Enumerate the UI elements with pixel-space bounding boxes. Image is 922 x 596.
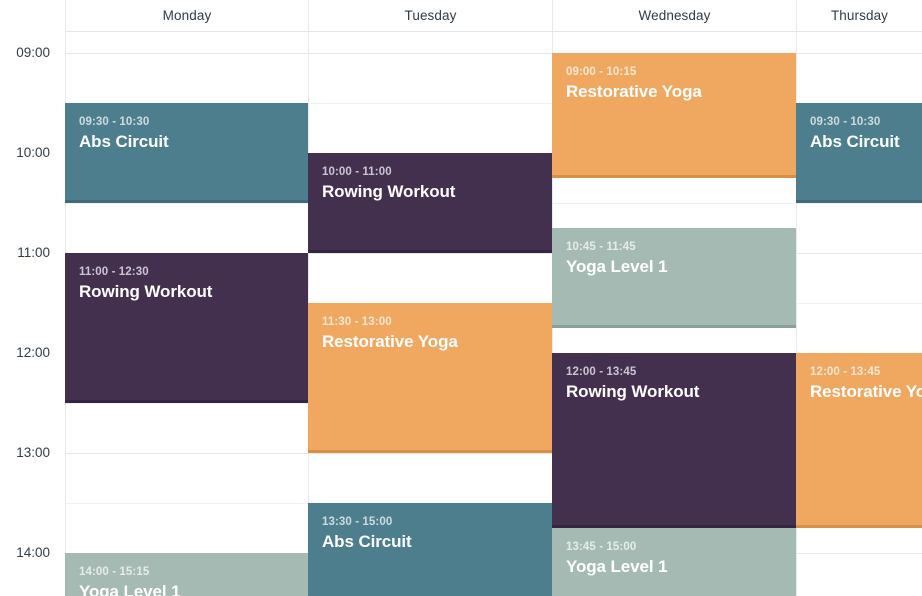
- header-divider: [65, 31, 922, 32]
- weekly-calendar: 09:30 - 10:30 Abs Circuit 11:00 - 12:30 Row…: [0, 0, 922, 596]
- time-gutter: 09:00 10:00 11:00 12:00 13:00 14:00: [0, 0, 65, 596]
- calendar-event[interactable]: 11:00 - 12:30 Rowing Workout: [65, 253, 308, 403]
- calendar-events: 09:30 - 10:30 Abs Circuit 11:00 - 12:30 Row…: [0, 0, 922, 596]
- calendar-event[interactable]: 09:30 - 10:30 Abs Circuit: [796, 103, 922, 203]
- event-title: Yoga Level 1: [566, 557, 668, 576]
- event-title: Rowing Workout: [566, 382, 700, 401]
- time-label-1200: 12:00: [16, 345, 50, 360]
- event-time: 13:45 - 15:00: [566, 541, 637, 553]
- calendar-event[interactable]: 14:00 - 15:15 Yoga Level 1: [65, 553, 308, 596]
- event-title: Restorative Yoga: [566, 82, 702, 101]
- day-header-thursday[interactable]: Thursday: [796, 0, 922, 31]
- event-title: Abs Circuit: [810, 132, 900, 151]
- day-header-row: Monday Tuesday Wednesday Thursday: [0, 0, 922, 31]
- event-time: 09:30 - 10:30: [810, 116, 881, 128]
- calendar-event[interactable]: 09:30 - 10:30 Abs Circuit: [65, 103, 308, 203]
- calendar-event[interactable]: 12:00 - 13:45 Restorative Yoga: [796, 353, 922, 528]
- time-label-1000: 10:00: [16, 145, 50, 160]
- time-label-0900: 09:00: [16, 45, 50, 60]
- calendar-event[interactable]: 10:45 - 11:45 Yoga Level 1: [552, 228, 796, 328]
- event-title: Restorative Yoga: [810, 382, 922, 401]
- calendar-event[interactable]: 12:00 - 13:45 Rowing Workout: [552, 353, 796, 528]
- event-time: 09:00 - 10:15: [566, 66, 637, 78]
- event-time: 10:00 - 11:00: [322, 166, 392, 178]
- calendar-event[interactable]: 10:00 - 11:00 Rowing Workout: [308, 153, 552, 253]
- event-title: Yoga Level 1: [79, 582, 181, 596]
- calendar-event[interactable]: 11:30 - 13:00 Restorative Yoga: [308, 303, 552, 453]
- event-time: 12:00 - 13:45: [566, 366, 637, 378]
- event-title: Rowing Workout: [79, 282, 213, 301]
- day-header-wednesday[interactable]: Wednesday: [552, 0, 796, 31]
- day-header-tuesday[interactable]: Tuesday: [308, 0, 552, 31]
- event-time: 10:45 - 11:45: [566, 241, 636, 253]
- event-time: 13:30 - 15:00: [322, 516, 393, 528]
- event-time: 14:00 - 15:15: [79, 566, 150, 578]
- event-title: Abs Circuit: [322, 532, 412, 551]
- event-time: 09:30 - 10:30: [79, 116, 150, 128]
- time-label-1400: 14:00: [16, 545, 50, 560]
- calendar-event[interactable]: 13:45 - 15:00 Yoga Level 1: [552, 528, 796, 596]
- event-time: 11:00 - 12:30: [79, 266, 149, 278]
- event-title: Restorative Yoga: [322, 332, 458, 351]
- event-title: Yoga Level 1: [566, 257, 668, 276]
- calendar-event[interactable]: 13:30 - 15:00 Abs Circuit: [308, 503, 552, 596]
- time-label-1300: 13:00: [16, 445, 50, 460]
- event-title: Rowing Workout: [322, 182, 456, 201]
- day-header-monday[interactable]: Monday: [65, 0, 308, 31]
- time-label-1100: 11:00: [17, 245, 50, 260]
- calendar-event[interactable]: 09:00 - 10:15 Restorative Yoga: [552, 53, 796, 178]
- event-time: 12:00 - 13:45: [810, 366, 881, 378]
- event-time: 11:30 - 13:00: [322, 316, 392, 328]
- event-title: Abs Circuit: [79, 132, 169, 151]
